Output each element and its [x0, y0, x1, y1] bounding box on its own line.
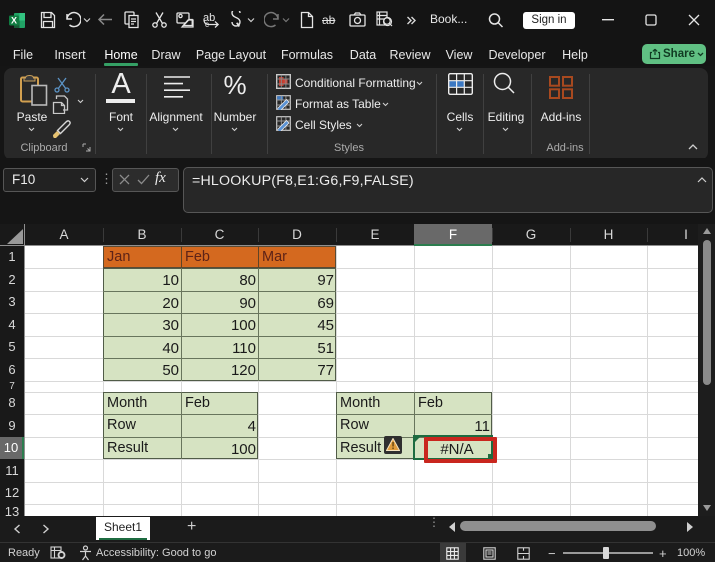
svg-text:X: X	[11, 16, 17, 26]
svg-text:c: c	[205, 20, 209, 29]
